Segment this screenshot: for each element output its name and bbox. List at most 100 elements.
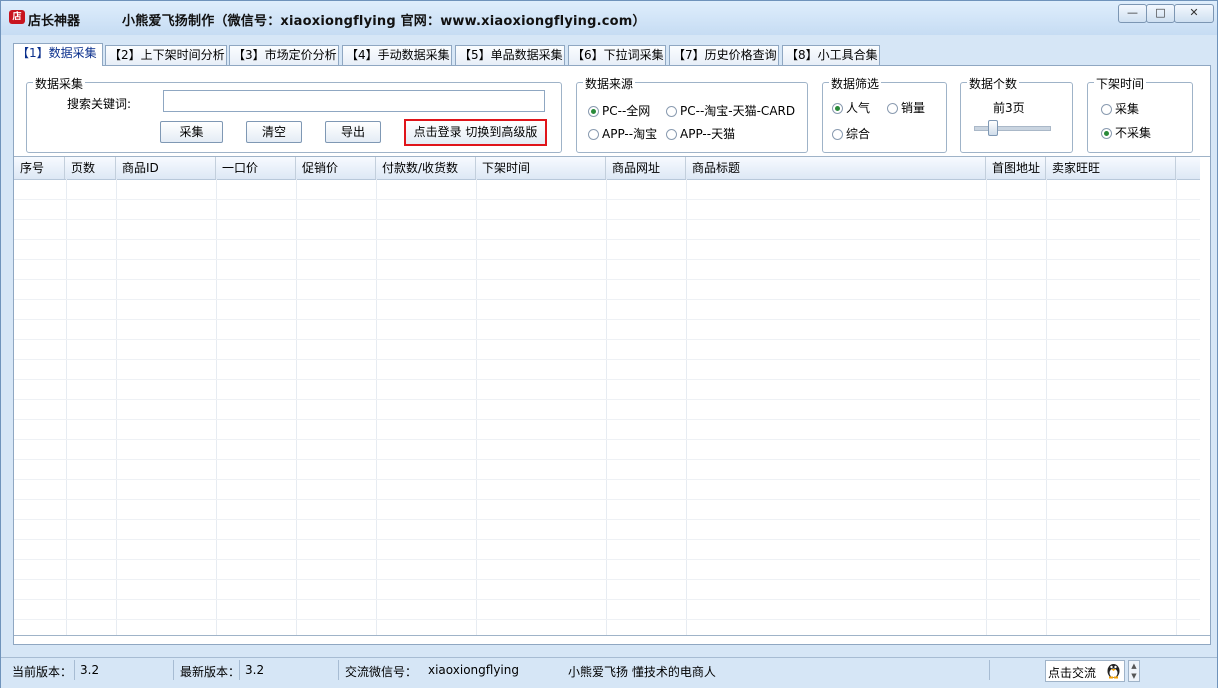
radio-unchecked-icon [666, 106, 677, 117]
offshelf-collect-label: 采集 [1115, 102, 1140, 116]
count-slider-track [974, 126, 1051, 131]
wechat-label: 交流微信号： [345, 665, 418, 679]
filter-sales-label: 销量 [901, 101, 926, 115]
table-row [14, 539, 1200, 540]
filter-sales-radio[interactable]: 销量 [887, 99, 925, 116]
table-row [14, 599, 1200, 600]
radio-checked-icon [588, 106, 599, 117]
tab-price-history[interactable]: 【7】历史价格查询 [669, 45, 779, 65]
spin-up-icon: ▲ [1131, 662, 1137, 670]
col-header-page[interactable]: 页数 [65, 157, 116, 179]
table-row [14, 579, 1200, 580]
table-row [14, 459, 1200, 460]
radio-unchecked-icon [666, 129, 677, 140]
table-row [14, 379, 1200, 380]
tab-shelf-time[interactable]: 【2】上下架时间分析 [105, 45, 227, 65]
radio-unchecked-icon [1101, 104, 1112, 115]
radio-unchecked-icon [832, 129, 843, 140]
chat-button-label: 点击交流 [1048, 666, 1097, 680]
col-header-item-title[interactable]: 商品标题 [686, 157, 986, 179]
source-app-tmall-label: APP--天猫 [680, 127, 736, 141]
collect-button[interactable]: 采集 [160, 121, 223, 143]
source-pc-all-radio[interactable]: PC--全网 [588, 102, 650, 119]
radio-unchecked-icon [887, 103, 898, 114]
table-row [14, 479, 1200, 480]
table-row [14, 259, 1200, 260]
source-app-tmall-radio[interactable]: APP--天猫 [666, 125, 735, 142]
source-app-taobao-radio[interactable]: APP--淘宝 [588, 125, 657, 142]
wechat-value: xiaoxiongflying [428, 663, 519, 677]
app-title: 店长神器 [28, 14, 81, 29]
filter-overall-radio[interactable]: 综合 [832, 125, 870, 142]
table-row [14, 519, 1200, 520]
close-button[interactable]: ✕ [1174, 4, 1214, 23]
keyword-input[interactable] [163, 90, 545, 112]
collect-legend: 数据采集 [33, 75, 86, 92]
count-legend: 数据个数 [967, 75, 1020, 92]
export-button[interactable]: 导出 [325, 121, 381, 143]
results-table[interactable]: 序号 页数 商品ID 一口价 促销价 付款数/收货数 下架时间 商品网址 商品标… [14, 156, 1210, 636]
col-header-promo-price[interactable]: 促销价 [296, 157, 376, 179]
source-group: 数据来源 PC--全网 PC--淘宝-天猫-CARD APP--淘宝 APP--… [576, 75, 808, 153]
table-row [14, 219, 1200, 220]
slogan-text: 小熊爱飞扬 懂技术的电商人 [568, 665, 716, 679]
title-bar[interactable]: 店 店长神器 小熊爱飞扬制作（微信号：xiaoxiongflying 官网：ww… [1, 1, 1217, 35]
table-row [14, 299, 1200, 300]
status-spin-button[interactable]: ▲ ▼ [1128, 660, 1140, 682]
table-row [14, 279, 1200, 280]
tab-market-price[interactable]: 【3】市场定价分析 [229, 45, 339, 65]
col-header-price[interactable]: 一口价 [216, 157, 296, 179]
filter-legend: 数据筛选 [829, 75, 882, 92]
tab-manual-collect[interactable]: 【4】手动数据采集 [342, 45, 452, 65]
minimize-button[interactable]: — [1118, 4, 1147, 23]
login-upgrade-button[interactable]: 点击登录 切换到高级版 [404, 119, 547, 146]
source-pc-taobao-radio[interactable]: PC--淘宝-天猫-CARD [666, 102, 795, 119]
current-version-value: 3.2 [80, 663, 100, 677]
tab-dropdown-words[interactable]: 【6】下拉词采集 [568, 45, 666, 65]
source-pc-taobao-label: PC--淘宝-天猫-CARD [680, 104, 796, 118]
chat-button[interactable]: 点击交流 [1045, 660, 1125, 682]
offshelf-skip-radio[interactable]: 不采集 [1101, 124, 1151, 141]
col-header-item-id[interactable]: 商品ID [116, 157, 216, 179]
col-header-index[interactable]: 序号 [14, 157, 65, 179]
filter-popularity-radio[interactable]: 人气 [832, 99, 870, 116]
tab-single-item[interactable]: 【5】单品数据采集 [455, 45, 565, 65]
count-group: 数据个数 前3页 [960, 75, 1073, 153]
tab-panel-data-collect: 数据采集 搜索关键词: 采集 清空 导出 点击登录 切换到高级版 数据来源 PC… [13, 65, 1211, 645]
keyword-label: 搜索关键词: [67, 97, 132, 111]
col-header-seller[interactable]: 卖家旺旺 [1046, 157, 1176, 179]
col-header-item-url[interactable]: 商品网址 [606, 157, 686, 179]
table-row [14, 239, 1200, 240]
col-header-payments[interactable]: 付款数/收货数 [376, 157, 476, 179]
current-version-label: 当前版本： [12, 665, 73, 679]
app-logo-icon: 店 [9, 10, 25, 24]
table-row [14, 559, 1200, 560]
collect-group: 数据采集 搜索关键词: 采集 清空 导出 点击登录 切换到高级版 [26, 75, 562, 153]
qq-penguin-icon [1106, 662, 1121, 679]
radio-checked-icon [832, 103, 843, 114]
filter-group: 数据筛选 人气 销量 综合 [822, 75, 947, 153]
latest-version-value: 3.2 [245, 663, 265, 677]
filter-popularity-label: 人气 [846, 101, 871, 115]
count-slider-handle[interactable] [988, 120, 998, 136]
col-header-image-url[interactable]: 首图地址 [986, 157, 1046, 179]
offshelf-group: 下架时间 采集 不采集 [1087, 75, 1193, 153]
clear-button[interactable]: 清空 [246, 121, 302, 143]
tab-tools[interactable]: 【8】小工具合集 [782, 45, 880, 65]
offshelf-skip-label: 不采集 [1115, 126, 1152, 140]
count-value: 前3页 [993, 101, 1025, 115]
status-bar: 当前版本： 3.2 最新版本： 3.2 交流微信号： xiaoxiongflyi… [1, 657, 1217, 688]
table-row [14, 199, 1200, 200]
offshelf-collect-radio[interactable]: 采集 [1101, 100, 1139, 117]
app-credit: 小熊爱飞扬制作（微信号：xiaoxiongflying 官网：www.xiaox… [122, 14, 646, 29]
source-app-taobao-label: APP--淘宝 [602, 127, 658, 141]
table-row [14, 499, 1200, 500]
col-header-offshelf-time[interactable]: 下架时间 [476, 157, 606, 179]
radio-unchecked-icon [588, 129, 599, 140]
spin-down-icon: ▼ [1131, 672, 1137, 680]
table-row [14, 359, 1200, 360]
maximize-button[interactable]: □ [1146, 4, 1175, 23]
source-legend: 数据来源 [583, 75, 636, 92]
tab-data-collect[interactable]: 【1】数据采集 [13, 43, 103, 66]
table-row [14, 619, 1200, 620]
